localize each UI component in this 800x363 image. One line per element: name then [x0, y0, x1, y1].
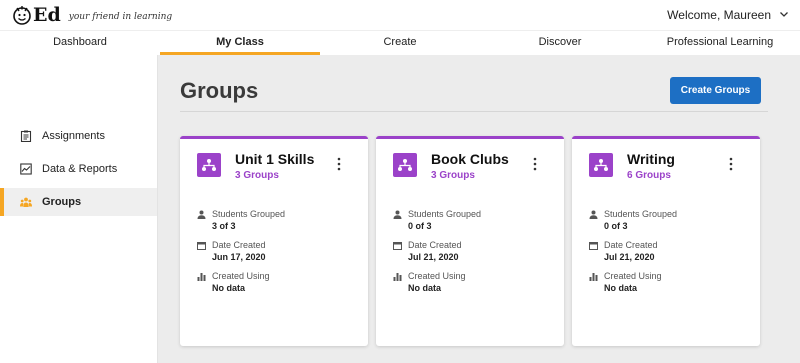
stat-created-using: Created Using No data: [393, 271, 466, 293]
sidebar-item-groups[interactable]: Groups: [0, 188, 157, 216]
sidebar-item-label: Assignments: [42, 130, 105, 142]
sidebar-item-data-reports[interactable]: Data & Reports: [0, 155, 157, 183]
stat-label: Date Created: [604, 240, 658, 250]
stat-value: 0 of 3: [604, 221, 628, 231]
sidebar-item-label: Groups: [42, 196, 82, 208]
logo-tagline: your friend in learning: [68, 12, 173, 22]
chart-line-icon: [20, 163, 32, 175]
group-card-book-clubs[interactable]: Book Clubs 3 Groups Students Grouped 0 o…: [376, 136, 564, 346]
stat-label: Students Grouped: [604, 209, 678, 219]
sidebar-item-assignments[interactable]: Assignments: [0, 122, 157, 150]
stat-label: Created Using: [408, 271, 466, 281]
top-header: Ed your friend in learning Welcome, Maur…: [0, 0, 800, 30]
group-card-writing[interactable]: Writing 6 Groups Students Grouped 0 of 3…: [572, 136, 760, 346]
stat-students-grouped: Students Grouped 0 of 3: [393, 209, 481, 231]
divider: [180, 111, 768, 112]
calendar-icon: [197, 241, 206, 250]
more-vertical-icon[interactable]: [727, 157, 735, 171]
more-vertical-icon[interactable]: [335, 157, 343, 171]
stat-label: Date Created: [212, 240, 266, 250]
stat-value: Jul 21, 2020: [408, 252, 459, 262]
stat-label: Students Grouped: [212, 209, 286, 219]
group-card-unit-1-skills[interactable]: Unit 1 Skills 3 Groups Students Grouped …: [180, 136, 368, 346]
bar-chart-icon: [197, 272, 206, 281]
calendar-icon: [393, 241, 402, 250]
card-title[interactable]: Book Clubs: [431, 151, 509, 167]
stat-value: No data: [212, 283, 246, 293]
stat-created-using: Created Using No data: [589, 271, 662, 293]
sidebar: Assignments Data & Reports Groups: [0, 55, 158, 363]
nav-discover[interactable]: Discover: [480, 31, 640, 55]
main-nav: Dashboard My Class Create Discover Profe…: [0, 30, 800, 55]
stat-label: Created Using: [212, 271, 270, 281]
group-hierarchy-icon: [197, 153, 221, 177]
smiley-face-icon: [13, 6, 31, 25]
logo-text: Ed: [33, 4, 61, 26]
nav-dashboard[interactable]: Dashboard: [0, 31, 160, 55]
group-hierarchy-icon: [589, 153, 613, 177]
create-groups-button[interactable]: Create Groups: [670, 77, 761, 104]
stat-value: 3 of 3: [212, 221, 236, 231]
stat-students-grouped: Students Grouped 3 of 3: [197, 209, 285, 231]
stat-created-using: Created Using No data: [197, 271, 270, 293]
calendar-icon: [589, 241, 598, 250]
chevron-down-icon[interactable]: [780, 12, 788, 17]
stat-label: Created Using: [604, 271, 662, 281]
stat-date-created: Date Created Jul 21, 2020: [393, 240, 462, 262]
person-icon: [393, 210, 402, 219]
card-group-count: 3 Groups: [235, 170, 279, 181]
more-vertical-icon[interactable]: [531, 157, 539, 171]
stat-students-grouped: Students Grouped 0 of 3: [589, 209, 677, 231]
card-title[interactable]: Unit 1 Skills: [235, 151, 314, 167]
clipboard-icon: [20, 130, 32, 142]
stat-date-created: Date Created Jul 21, 2020: [589, 240, 658, 262]
page-title: Groups: [180, 78, 259, 103]
bar-chart-icon: [393, 272, 402, 281]
stat-label: Date Created: [408, 240, 462, 250]
group-hierarchy-icon: [393, 153, 417, 177]
welcome-user-menu[interactable]: Welcome, Maureen: [667, 8, 771, 22]
stat-value: Jul 21, 2020: [604, 252, 655, 262]
main-content: Groups Create Groups Unit 1 Skills 3 Gro…: [158, 55, 800, 363]
stat-label: Students Grouped: [408, 209, 482, 219]
card-group-count: 3 Groups: [431, 170, 475, 181]
bar-chart-icon: [589, 272, 598, 281]
stat-value: 0 of 3: [408, 221, 432, 231]
stat-value: Jun 17, 2020: [212, 252, 266, 262]
person-icon: [197, 210, 206, 219]
ed-logo[interactable]: Ed your friend in learning: [12, 5, 172, 25]
nav-professional-learning[interactable]: Professional Learning: [640, 31, 800, 55]
stat-value: No data: [604, 283, 638, 293]
groups-icon: [20, 197, 32, 207]
stat-value: No data: [408, 283, 442, 293]
nav-create[interactable]: Create: [320, 31, 480, 55]
stat-date-created: Date Created Jun 17, 2020: [197, 240, 266, 262]
person-icon: [589, 210, 598, 219]
card-title[interactable]: Writing: [627, 151, 675, 167]
sidebar-item-label: Data & Reports: [42, 163, 118, 175]
nav-my-class[interactable]: My Class: [160, 31, 320, 55]
card-group-count: 6 Groups: [627, 170, 671, 181]
